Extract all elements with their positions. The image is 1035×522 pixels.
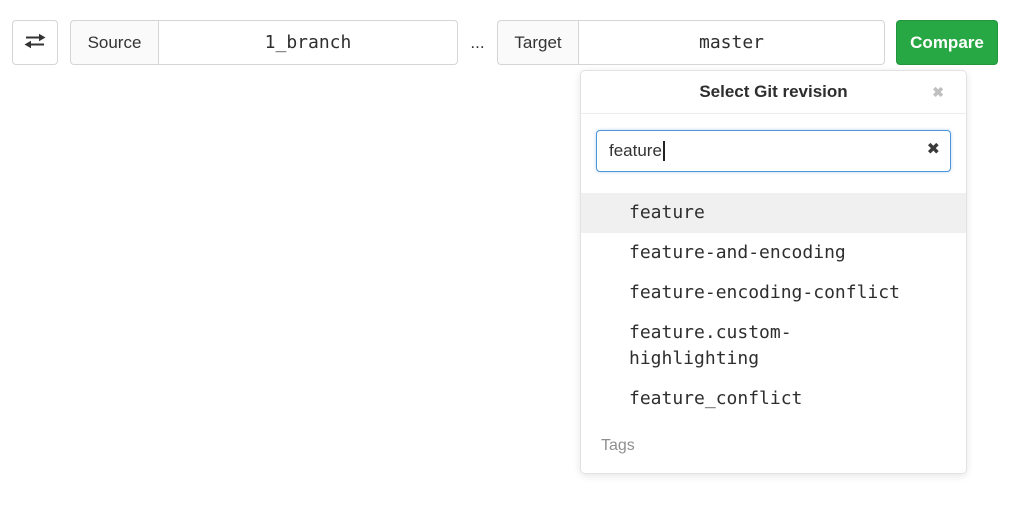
branch-list: feature feature-and-encoding feature-enc… xyxy=(581,193,966,419)
tags-section-label: Tags xyxy=(581,419,966,455)
compare-button[interactable]: Compare xyxy=(896,20,998,65)
close-icon[interactable]: ✖ xyxy=(932,85,944,99)
source-input-group: Source 1_branch xyxy=(70,20,458,65)
target-label: Target xyxy=(497,20,578,65)
source-label: Source xyxy=(70,20,158,65)
dropdown-title: Select Git revision xyxy=(699,82,847,102)
branch-list-item[interactable]: feature xyxy=(581,193,966,233)
branch-list-item[interactable]: feature.custom-highlighting xyxy=(581,313,966,379)
clear-search-icon[interactable]: ✖ xyxy=(927,142,940,158)
compare-separator: ... xyxy=(458,20,497,65)
search-input-value: feature xyxy=(609,141,662,161)
revision-search-input[interactable]: feature xyxy=(596,130,951,172)
swap-arrows-icon xyxy=(22,29,48,56)
target-branch-input[interactable]: master xyxy=(578,20,885,65)
swap-source-target-button[interactable] xyxy=(12,20,58,65)
branch-list-item[interactable]: feature-encoding-conflict xyxy=(581,273,966,313)
dropdown-header: Select Git revision ✖ xyxy=(581,71,966,114)
target-input-group: Target master xyxy=(497,20,885,65)
text-caret xyxy=(663,141,665,161)
search-area: feature ✖ xyxy=(581,114,966,172)
branch-list-item[interactable]: feature-and-encoding xyxy=(581,233,966,273)
branch-list-item[interactable]: feature_conflict xyxy=(581,379,966,419)
git-revision-dropdown: Select Git revision ✖ feature ✖ feature … xyxy=(580,70,967,474)
source-branch-input[interactable]: 1_branch xyxy=(158,20,458,65)
